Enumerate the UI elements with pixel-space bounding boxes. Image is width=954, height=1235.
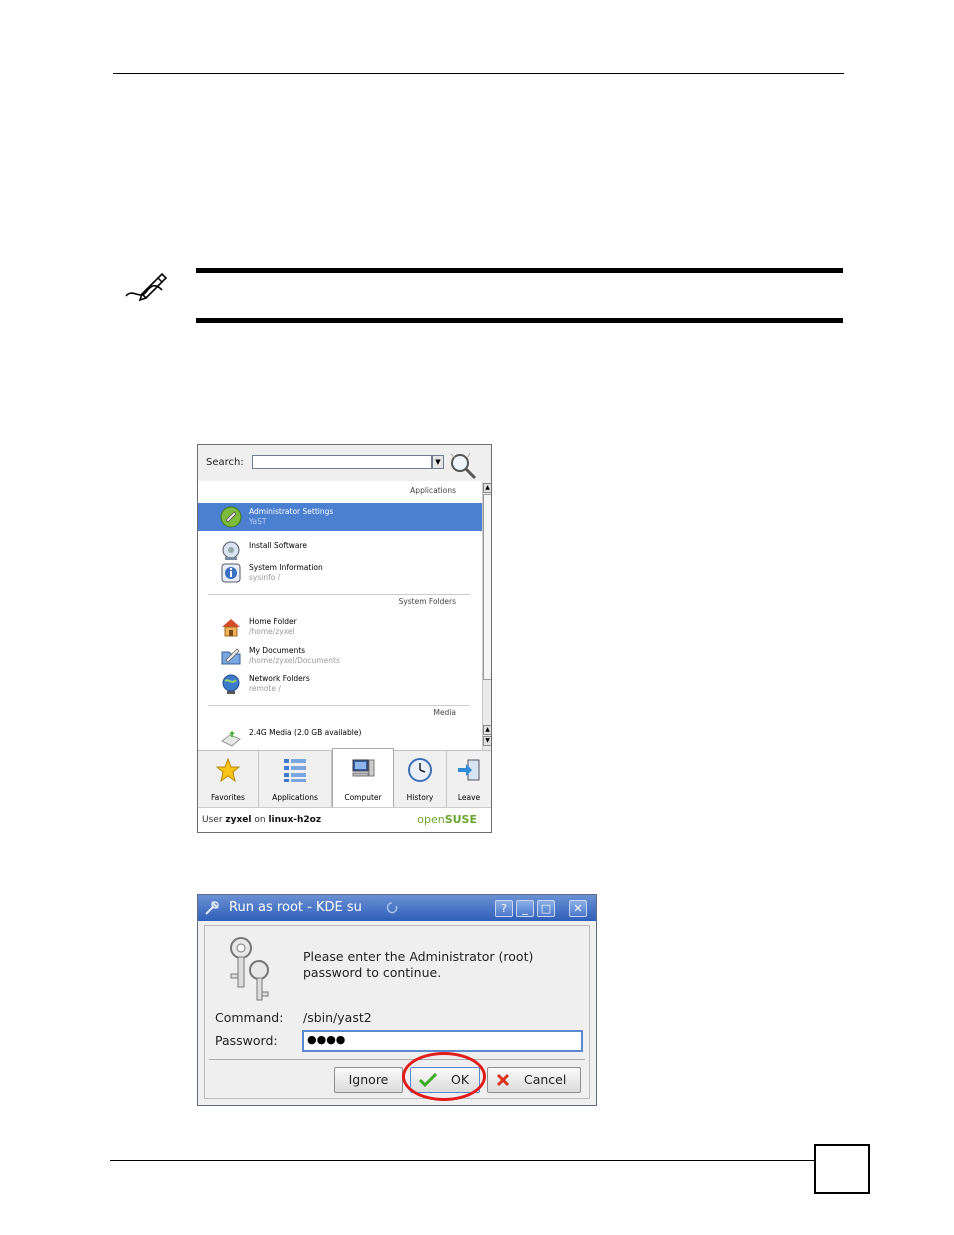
help-button[interactable]: ? (495, 900, 513, 917)
tab-history[interactable]: History (394, 751, 447, 808)
section-media: Media (433, 708, 456, 717)
footer-rule (110, 1160, 814, 1161)
cancel-x-icon (496, 1073, 510, 1087)
command-label: Command: (215, 1010, 284, 1025)
button-separator (209, 1059, 585, 1060)
opensuse-logo: openSUSE (417, 813, 477, 826)
menu-list: Applications Administrator Settings YaST… (198, 482, 482, 750)
info-icon (221, 563, 241, 583)
cancel-button[interactable]: Cancel (487, 1067, 581, 1093)
tab-label: Computer (344, 793, 382, 802)
page-number-box (814, 1144, 870, 1194)
tab-favorites[interactable]: Favorites (198, 751, 259, 808)
network-globe-icon (222, 674, 240, 694)
kdesu-app-icon (205, 901, 219, 915)
kdesu-dialog: Run as root - KDE su ? _ □ ✕ Please ente… (197, 894, 597, 1106)
applications-list-icon (284, 759, 306, 782)
item-title: 2.4G Media (2.0 GB available) (249, 728, 362, 737)
item-title: My Documents (249, 646, 306, 655)
item-title: Install Software (249, 541, 308, 550)
scroll-down-arrow-icon[interactable]: ▼ (483, 736, 491, 746)
home-folder-icon (222, 619, 240, 637)
section-divider (208, 705, 470, 706)
kde-launcher-menu: Search: ▼ Applications Administrator Set… (197, 444, 492, 833)
menu-scrollbar[interactable]: ▲ ▲ ▼ (482, 482, 491, 750)
note-bottom-rule (196, 318, 843, 323)
user-host-text: User zyxel on linux-h2oz (202, 815, 322, 825)
tab-computer[interactable]: Computer (332, 748, 394, 808)
scroll-up-arrow-icon[interactable]: ▲ (483, 725, 491, 735)
yast-icon (220, 506, 242, 528)
star-icon (215, 757, 241, 783)
minimize-button[interactable]: _ (516, 900, 534, 917)
search-bar: Search: ▼ (198, 445, 491, 481)
scroll-up-arrow-icon[interactable]: ▲ (483, 483, 491, 493)
password-label: Password: (215, 1033, 278, 1048)
tab-applications[interactable]: Applications (259, 751, 332, 808)
item-title: Home Folder (249, 617, 297, 626)
search-input[interactable] (252, 455, 432, 469)
sticky-icon[interactable] (384, 901, 400, 915)
item-subtitle: YaST (249, 517, 267, 526)
password-field[interactable]: ●●●● (302, 1030, 583, 1052)
note-top-rule (196, 268, 843, 273)
launcher-tabs: Favorites Applications Computer History … (198, 748, 491, 808)
item-subtitle: /home/zyxel/Documents (249, 656, 340, 665)
dialog-titlebar[interactable]: Run as root - KDE su ? _ □ ✕ (198, 895, 596, 921)
dialog-body: Please enter the Administrator (root) pa… (204, 925, 590, 1099)
documents-folder-icon (221, 648, 241, 665)
launcher-statusbar: User zyxel on linux-h2oz openSUSE (198, 807, 491, 832)
note-pencil-icon (125, 272, 168, 302)
ok-highlight-ring (402, 1052, 486, 1101)
keys-icon (230, 937, 269, 1001)
close-button[interactable]: ✕ (569, 900, 587, 917)
media-drive-icon (221, 731, 241, 747)
menu-item-network-folders[interactable]: Network Folders remote / (198, 670, 482, 698)
item-subtitle: /home/zyxel (249, 627, 295, 636)
tab-label: Applications (272, 793, 318, 802)
leave-icon (458, 759, 480, 781)
command-value: /sbin/yast2 (303, 1010, 372, 1025)
item-title: Administrator Settings (249, 507, 334, 516)
menu-item-my-documents[interactable]: My Documents /home/zyxel/Documents (198, 642, 482, 670)
menu-item-administrator-settings[interactable]: Administrator Settings YaST (198, 503, 482, 531)
scroll-thumb[interactable] (483, 494, 491, 680)
dialog-title: Run as root - KDE su (229, 900, 362, 915)
section-system-folders: System Folders (398, 597, 456, 606)
magnifier-icon[interactable] (448, 451, 478, 481)
search-label: Search: (206, 457, 244, 468)
ignore-button[interactable]: Ignore (334, 1067, 403, 1093)
computer-icon (352, 759, 375, 777)
menu-item-system-information[interactable]: System Information sysinfo / (198, 559, 482, 587)
item-subtitle: remote / (249, 684, 281, 693)
tab-leave[interactable]: Leave (447, 751, 491, 808)
tab-label: Leave (457, 793, 481, 802)
tab-label: Favorites (211, 793, 245, 802)
item-title: System Information (249, 563, 323, 572)
section-divider (208, 594, 470, 595)
item-subtitle: sysinfo / (249, 573, 281, 582)
header-rule (113, 73, 844, 74)
item-title: Network Folders (249, 674, 310, 683)
tab-label: History (406, 793, 434, 802)
menu-item-home-folder[interactable]: Home Folder /home/zyxel (198, 613, 482, 641)
section-applications: Applications (410, 486, 456, 495)
clock-icon (408, 758, 432, 782)
maximize-button[interactable]: □ (537, 900, 555, 917)
dialog-message: Please enter the Administrator (root) pa… (303, 949, 534, 980)
search-dropdown-arrow-icon[interactable]: ▼ (432, 455, 444, 469)
